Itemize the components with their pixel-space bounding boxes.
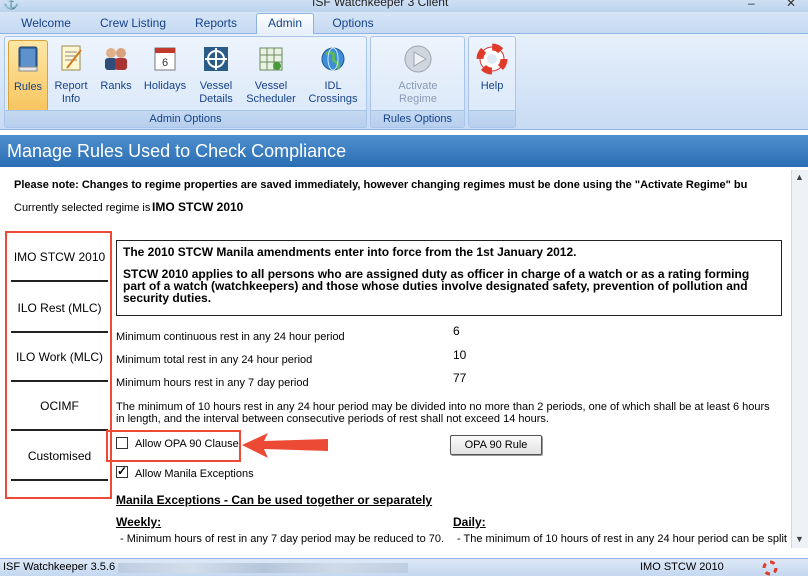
lifebuoy-status-icon xyxy=(762,560,778,576)
notepad-icon xyxy=(61,45,82,71)
regime-ilo-work[interactable]: ILO Work (MLC) xyxy=(11,333,108,382)
regime-ocimf[interactable]: OCIMF xyxy=(11,382,108,431)
regime-customised[interactable]: Customised xyxy=(11,432,108,481)
vertical-scrollbar[interactable]: ▲ ▼ xyxy=(791,170,808,548)
tab-options[interactable]: Options xyxy=(322,14,384,34)
current-regime-label: Currently selected regime is xyxy=(14,202,151,214)
regime-imo-stcw-2010[interactable]: IMO STCW 2010 xyxy=(11,233,108,282)
holidays-button[interactable]: 6 Holidays xyxy=(141,40,189,112)
ribbon: Rules Report Info Ranks 6 Holidays Vesse… xyxy=(0,34,808,130)
play-icon xyxy=(404,45,432,73)
scroll-up-icon[interactable]: ▲ xyxy=(795,172,804,182)
rules-options-group: Activate Regime Rules Options xyxy=(370,36,465,128)
param-label: Minimum hours rest in any 7 day period xyxy=(116,377,309,389)
book-icon xyxy=(18,46,38,72)
window-title: ISF Watchkeeper 3 Client xyxy=(312,0,449,9)
ribbon-tabs: Welcome Crew Listing Reports Admin Optio… xyxy=(0,12,808,35)
info-line-1: The 2010 STCW Manila amendments enter in… xyxy=(123,245,577,259)
title-bar: ⚓ ISF Watchkeeper 3 Client – ✕ xyxy=(0,0,808,12)
manila-exceptions-checkbox[interactable] xyxy=(116,464,128,478)
activate-regime-button[interactable]: Activate Regime xyxy=(383,40,453,112)
param-value[interactable]: 6 xyxy=(453,324,460,338)
scheduler-grid-icon xyxy=(259,47,283,71)
tab-reports[interactable]: Reports xyxy=(184,14,248,34)
globe-icon xyxy=(321,47,345,71)
manila-exceptions-label: Allow Manila Exceptions xyxy=(135,468,254,480)
opa90-checkbox[interactable] xyxy=(116,437,128,449)
minimize-button[interactable]: – xyxy=(748,0,755,10)
daily-text: - The minimum of 10 hours of rest in any… xyxy=(457,533,787,545)
current-regime-value: IMO STCW 2010 xyxy=(152,200,244,214)
page-title: Manage Rules Used to Check Compliance xyxy=(0,135,808,167)
people-icon xyxy=(105,48,127,70)
manila-exceptions-heading: Manila Exceptions - Can be used together… xyxy=(116,493,433,507)
vessel-scheduler-button[interactable]: Vessel Scheduler xyxy=(243,40,299,112)
ship-wheel-icon xyxy=(204,47,228,71)
tab-admin[interactable]: Admin xyxy=(256,13,314,35)
status-redacted xyxy=(118,563,408,573)
regime-info-box: The 2010 STCW Manila amendments enter in… xyxy=(116,240,782,316)
arrow-annotation xyxy=(242,433,328,458)
tab-crew-listing[interactable]: Crew Listing xyxy=(90,14,176,34)
regime-list: IMO STCW 2010 ILO Rest (MLC) ILO Work (M… xyxy=(5,231,112,499)
lifebuoy-icon xyxy=(476,43,508,75)
close-button[interactable]: ✕ xyxy=(786,0,796,10)
weekly-text: - Minimum hours of rest in any 7 day per… xyxy=(120,533,445,545)
param-label: Minimum continuous rest in any 24 hour p… xyxy=(116,331,345,343)
help-group: Help xyxy=(468,36,516,128)
idl-crossings-button[interactable]: IDL Crossings xyxy=(305,40,361,112)
param-value[interactable]: 77 xyxy=(453,371,466,385)
help-button[interactable]: Help xyxy=(473,40,511,112)
status-regime: IMO STCW 2010 xyxy=(640,561,724,573)
tab-welcome[interactable]: Welcome xyxy=(10,14,82,34)
vessel-details-button[interactable]: Vessel Details xyxy=(195,40,237,112)
opa90-label: Allow OPA 90 Clause xyxy=(135,438,239,450)
status-version: ISF Watchkeeper 3.5.6 xyxy=(3,561,116,573)
rest-division-text: The minimum of 10 hours rest in any 24 h… xyxy=(116,401,770,425)
weekly-heading: Weekly: xyxy=(116,515,162,529)
info-line-2: STCW 2010 applies to all persons who are… xyxy=(123,267,750,305)
rules-button[interactable]: Rules xyxy=(8,40,48,112)
status-bar: ISF Watchkeeper 3.5.6 IMO STCW 2010 xyxy=(0,558,808,576)
note-text: Please note: Changes to regime propertie… xyxy=(14,179,748,191)
scroll-down-icon[interactable]: ▼ xyxy=(795,534,804,544)
opa90-rule-button[interactable]: OPA 90 Rule xyxy=(450,435,542,455)
daily-heading: Daily: xyxy=(453,515,486,529)
calendar-icon: 6 xyxy=(154,47,176,71)
svg-text:6: 6 xyxy=(162,57,168,69)
rules-options-label: Rules Options xyxy=(371,110,464,127)
admin-options-label: Admin Options xyxy=(5,110,366,127)
app-icon: ⚓ xyxy=(3,0,20,10)
regime-ilo-rest[interactable]: ILO Rest (MLC) xyxy=(11,284,108,333)
param-label: Minimum total rest in any 24 hour period xyxy=(116,354,313,366)
param-value[interactable]: 10 xyxy=(453,348,466,362)
admin-options-group: Rules Report Info Ranks 6 Holidays Vesse… xyxy=(4,36,367,128)
ranks-button[interactable]: Ranks xyxy=(97,40,135,112)
report-info-button[interactable]: Report Info xyxy=(51,40,91,112)
help-group-label xyxy=(469,110,515,127)
